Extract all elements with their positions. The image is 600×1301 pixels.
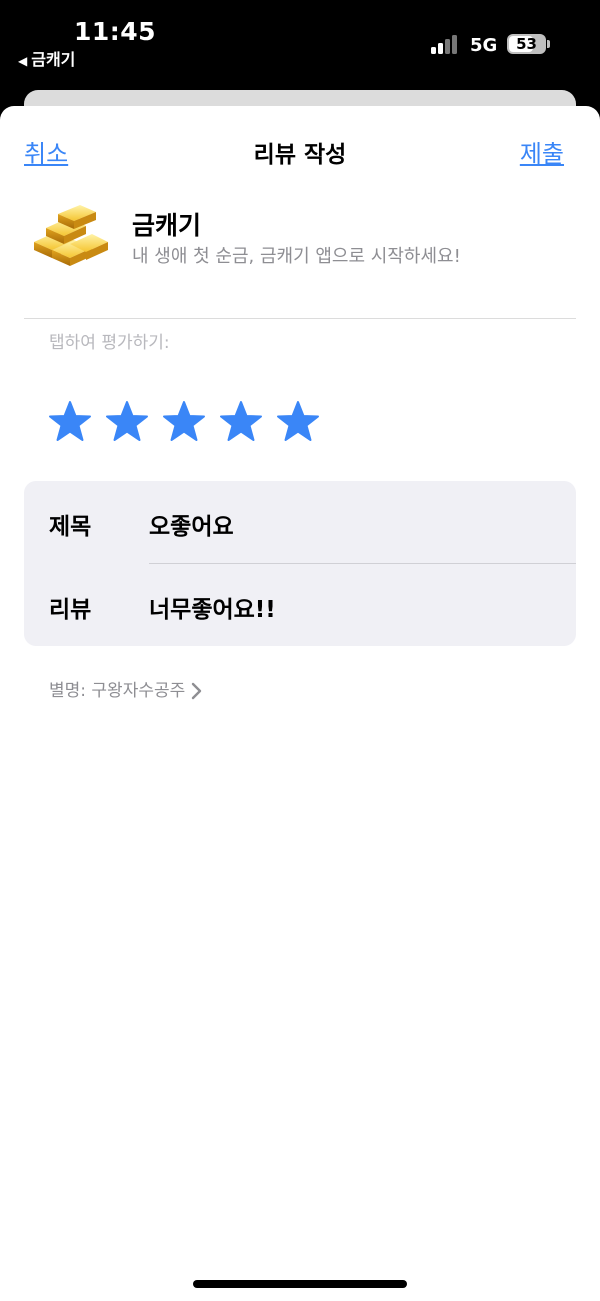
star-1-icon[interactable] [48, 400, 92, 444]
title-label: 제목 [49, 514, 92, 540]
back-triangle-icon: ◀ [18, 54, 28, 68]
home-indicator [193, 1280, 407, 1288]
star-4-icon[interactable] [219, 400, 263, 444]
page-title: 리뷰 작성 [253, 142, 347, 168]
app-name: 금캐기 [132, 211, 202, 240]
star-3-icon[interactable] [162, 400, 206, 444]
gold-bars-icon [34, 205, 108, 266]
divider [24, 318, 576, 319]
battery-tip [547, 40, 550, 48]
chevron-right-icon [192, 682, 202, 700]
review-sheet: 취소 리뷰 작성 제출 금캐기 내 생애 첫 순금, 금캐기 앱으로 시작하세요… [0, 106, 600, 1301]
nickname-text: 별명: 구왕자수공주 [49, 681, 186, 701]
review-row[interactable]: 리뷰 너무좋어요!! [24, 564, 576, 646]
status-time: 11:45 [74, 17, 157, 46]
review-label: 리뷰 [49, 597, 92, 623]
submit-button[interactable]: 제출 [520, 134, 564, 169]
nickname-link[interactable]: 별명: 구왕자수공주 [49, 676, 202, 701]
review-field[interactable]: 너무좋어요!! [149, 590, 276, 624]
status-bar: 11:45 ◀ 금캐기 5G 53 [0, 0, 600, 100]
network-type: 5G [470, 35, 498, 56]
battery-icon: 53 [507, 34, 546, 54]
title-row[interactable]: 제목 오좋어요 [24, 481, 576, 563]
back-to-app-link[interactable]: ◀ 금캐기 [18, 46, 75, 70]
review-form: 제목 오좋어요 리뷰 너무좋어요!! [24, 481, 576, 646]
app-subtitle: 내 생애 첫 순금, 금캐기 앱으로 시작하세요! [132, 246, 461, 267]
star-2-icon[interactable] [105, 400, 149, 444]
battery-level: 53 [516, 35, 537, 53]
star-5-icon[interactable] [276, 400, 320, 444]
title-field[interactable]: 오좋어요 [149, 507, 234, 541]
cellular-signal-icon [431, 34, 461, 54]
back-app-label: 금캐기 [31, 50, 76, 69]
rating-prompt: 탭하여 평가하기: [49, 333, 170, 353]
